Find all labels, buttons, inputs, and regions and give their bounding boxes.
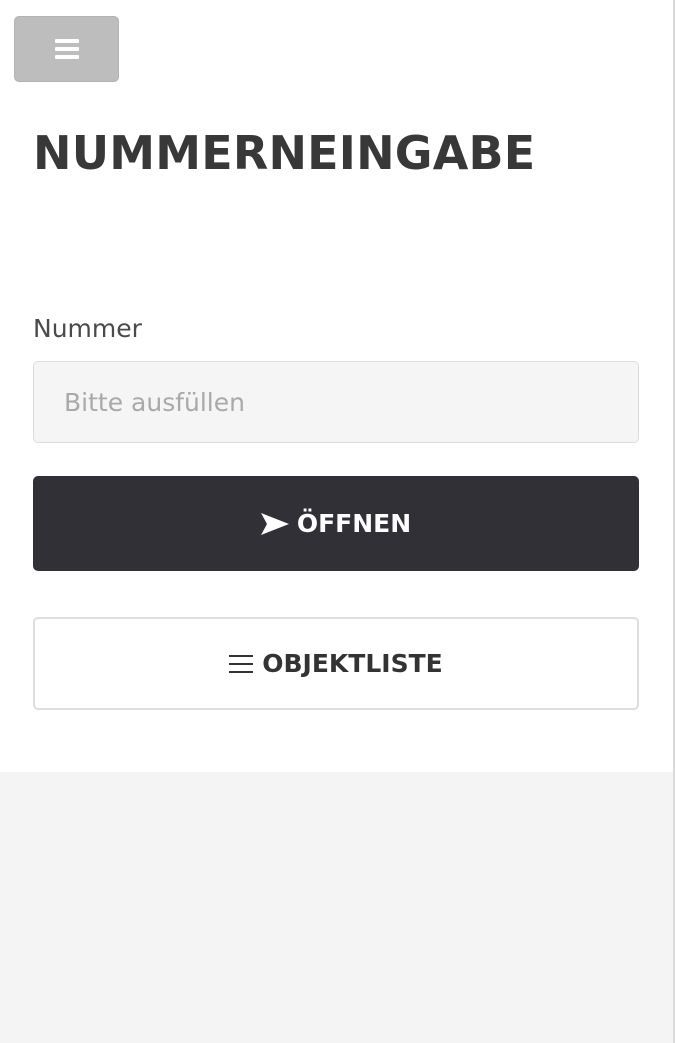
object-list-button[interactable]: OBJEKTLISTE [33, 617, 639, 710]
open-button-label: ÖFFNEN [296, 509, 412, 538]
open-button[interactable]: ÖFFNEN [33, 476, 639, 571]
hamburger-menu-icon [55, 39, 79, 63]
menu-toggle-button[interactable] [14, 16, 119, 82]
list-icon [229, 654, 254, 674]
number-label: Nummer [33, 314, 142, 343]
page-title: NUMMERNEINGABE [33, 126, 536, 180]
number-input[interactable] [33, 361, 639, 443]
send-arrow-icon [260, 512, 289, 535]
object-list-button-label: OBJEKTLISTE [262, 649, 443, 678]
